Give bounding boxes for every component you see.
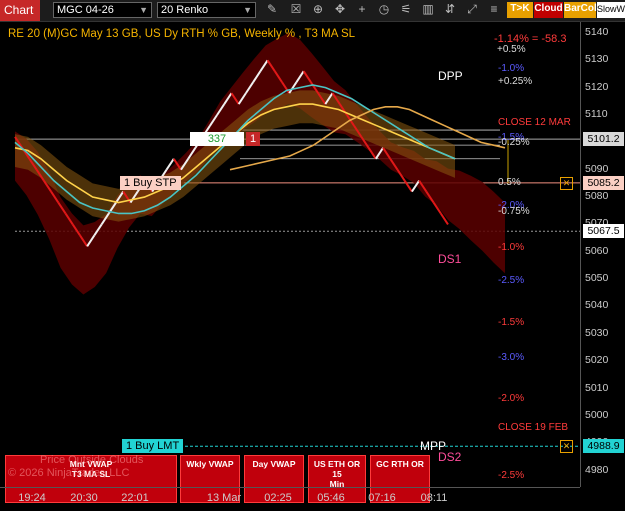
chart-annotation: CLOSE 19 FEB bbox=[498, 422, 569, 434]
chart-annotation: CLOSE 12 MAR bbox=[498, 117, 571, 129]
position-quantity[interactable]: 337 bbox=[190, 132, 244, 147]
time-tick-label: 07:16 bbox=[368, 492, 396, 504]
scroll-icon[interactable]: ⤢ bbox=[464, 2, 480, 18]
nav-button-label: Wkly VWAP bbox=[186, 459, 234, 469]
crosshair-icon[interactable]: ✥ bbox=[332, 2, 348, 18]
close-order-icon[interactable]: ✕ bbox=[560, 176, 573, 190]
chart-annotation: -1.0% bbox=[498, 62, 525, 74]
price-marker: 5101.2 bbox=[583, 132, 624, 147]
chart-annotation: -0.25% bbox=[498, 136, 530, 148]
price-marker: 5085.2 bbox=[583, 175, 624, 190]
time-tick-label: 13 Mar bbox=[206, 492, 242, 504]
period-selector[interactable]: 20 Renko ▼ bbox=[157, 2, 256, 18]
period-value: 20 Renko bbox=[161, 4, 209, 16]
chart-toolbar: Chart MGC 04-26 ▼ 20 Renko ▼ ✎ ☒ ⊕ ✥ + ◷… bbox=[0, 0, 625, 22]
change-pct: +0.5% bbox=[497, 44, 526, 55]
instrument-icon[interactable]: ⇵ bbox=[442, 2, 458, 18]
price-tick-label: 5000 bbox=[585, 408, 609, 421]
price-tick-label: 5130 bbox=[585, 53, 609, 66]
price-tick-label: 5110 bbox=[585, 108, 608, 120]
nav-button-label: Day VWAP bbox=[252, 459, 296, 469]
chart-title: RE 20 (M)GC May 13 GB, US Dy RTH % GB, W… bbox=[8, 28, 356, 40]
price-tick-label: 5030 bbox=[585, 326, 609, 339]
chart-annotation: DPP bbox=[438, 68, 463, 83]
chart-annotation: -1.0% bbox=[498, 241, 525, 253]
barcol-button[interactable]: BarCol bbox=[564, 2, 597, 18]
watermark-line2: © 2026 NinjaTrader, LLC bbox=[8, 467, 130, 479]
price-tick-label: 5080 bbox=[585, 190, 609, 203]
close-order-icon[interactable]: ✕ bbox=[560, 440, 573, 454]
pencil-icon[interactable]: ✎ bbox=[264, 2, 280, 18]
buy-stop-order[interactable]: 1 Buy STP bbox=[120, 175, 181, 190]
instrument-value: MGC 04-26 bbox=[57, 4, 114, 16]
chart-annotation: -3.0% bbox=[498, 352, 525, 364]
price-marker: 5067.5 bbox=[583, 224, 624, 239]
price-axis[interactable]: 5140513051205110510050905080507050605050… bbox=[580, 22, 625, 487]
time-axis[interactable]: 19:24 20:30 22:01 13 Mar 02:25 05:46 07:16 08:1… bbox=[0, 487, 580, 511]
chart-annotation: -0.75% bbox=[498, 205, 530, 217]
price-marker: 4988.9 bbox=[583, 439, 624, 454]
chart-annotation: DS2 bbox=[438, 449, 462, 464]
price-tick-label: 5120 bbox=[585, 80, 609, 93]
time-tick-label: 02:25 bbox=[264, 492, 292, 504]
clock-icon[interactable]: ◷ bbox=[376, 2, 392, 18]
magnifier-icon[interactable]: ☒ bbox=[288, 2, 304, 18]
nav-button-label: GC RTH OR bbox=[376, 459, 424, 469]
zoom-in-icon[interactable]: ⊕ bbox=[310, 2, 326, 18]
price-tick-label: 5010 bbox=[585, 381, 609, 394]
chevron-down-icon: ▼ bbox=[243, 5, 252, 15]
tok-button[interactable]: T>K bbox=[507, 2, 533, 18]
chart-annotation: 0.5% bbox=[498, 176, 521, 188]
price-tick-label: 5020 bbox=[585, 354, 609, 367]
time-tick-label: 22:01 bbox=[121, 492, 149, 504]
chart-tab[interactable]: Chart bbox=[0, 0, 40, 21]
time-tick-label: 08:11 bbox=[420, 492, 448, 504]
watermark-line1: Price Outside Clouds bbox=[40, 454, 144, 466]
price-tick-label: 5140 bbox=[585, 25, 609, 38]
chart-annotation: -1.5% bbox=[498, 316, 525, 328]
renko-segment bbox=[403, 180, 413, 193]
price-tick-label: 5060 bbox=[585, 244, 609, 257]
time-tick-label: 05:46 bbox=[317, 492, 345, 504]
price-tick-label: 5040 bbox=[585, 299, 609, 312]
chart-annotation: +0.25% bbox=[498, 76, 533, 88]
position-flag[interactable]: 1 bbox=[246, 132, 261, 147]
chevron-down-icon: ▼ bbox=[139, 5, 148, 15]
slowwave-button[interactable]: SlowWa bbox=[597, 2, 625, 18]
chart-panel[interactable]: RE 20 (M)GC May 13 GB, US Dy RTH % GB, W… bbox=[0, 22, 580, 503]
strategy-icon[interactable]: ▥ bbox=[420, 2, 436, 18]
chart-annotation: DS1 bbox=[438, 251, 462, 266]
price-tick-label: 5050 bbox=[585, 272, 609, 285]
cursor-icon[interactable]: + bbox=[354, 2, 370, 18]
buy-limit-order[interactable]: 1 Buy LMT bbox=[122, 439, 184, 454]
price-chart[interactable] bbox=[0, 22, 580, 487]
price-tick-label: 5090 bbox=[585, 162, 609, 175]
chart-annotation: -2.5% bbox=[498, 275, 525, 287]
instrument-selector[interactable]: MGC 04-26 ▼ bbox=[53, 2, 152, 18]
chart-annotation: -2.0% bbox=[498, 393, 525, 405]
nav-button-label: US ETH OR 15 bbox=[313, 459, 361, 479]
properties-icon[interactable]: ≡ bbox=[486, 2, 502, 18]
chart-annotation: -2.5% bbox=[498, 469, 525, 481]
time-tick-label: 19:24 bbox=[18, 492, 46, 504]
price-tick-label: 4980 bbox=[585, 463, 609, 476]
time-tick-label: 20:30 bbox=[70, 492, 98, 504]
indicator-icon[interactable]: ⚟ bbox=[398, 2, 414, 18]
cloud-button[interactable]: Cloud bbox=[534, 2, 563, 18]
